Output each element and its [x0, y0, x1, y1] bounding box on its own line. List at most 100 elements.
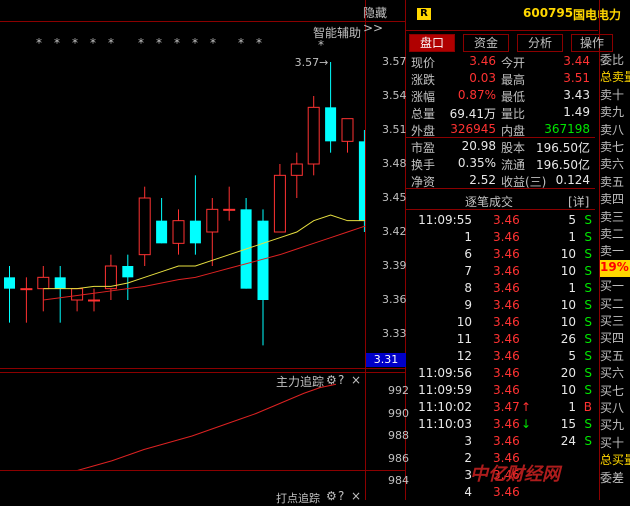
quote-row: 总量 69.41万 量比 1.49: [409, 104, 594, 121]
trade-price: 3.46: [493, 417, 520, 431]
kline-chart-area[interactable]: 隐藏>> 智能辅助 * * * * * * * * * * * * * 3.57→ 3.57 3.54 3.…: [0, 0, 409, 505]
settings-icon[interactable]: ⚙: [326, 489, 337, 503]
order-book-label: 买一: [600, 279, 625, 294]
order-book-label: 买五: [600, 348, 625, 363]
candlestick-plot: 3.57→: [4, 56, 365, 346]
order-book-label: 买二: [600, 296, 625, 311]
tab-pankou[interactable]: 盘口: [409, 34, 455, 52]
trade-row: 9 3.46 10 S: [409, 298, 594, 315]
trade-side: S: [584, 366, 592, 380]
high-price-annotation: 3.57→: [295, 56, 329, 69]
quote-value: 3.46: [469, 54, 496, 68]
trade-time: 4: [464, 485, 472, 499]
trade-volume: 1: [568, 400, 576, 414]
trade-price: 3.46: [493, 230, 520, 244]
trade-side: S: [584, 417, 592, 431]
stock-badge: R: [417, 8, 431, 20]
trade-side: S: [584, 247, 592, 261]
quote-value: 196.50亿: [536, 158, 590, 172]
trade-time: 3: [464, 434, 472, 448]
quote-value: 0.124: [555, 173, 590, 187]
trade-price: 3.46: [493, 434, 520, 448]
trade-time: 9: [464, 298, 472, 312]
candle-body: [156, 220, 168, 244]
trade-time: 11: [456, 332, 472, 346]
quote-value: 20.98: [461, 139, 496, 153]
trade-side: S: [584, 383, 592, 397]
trade-time: 12: [456, 349, 472, 363]
main-force-plot: [77, 383, 337, 470]
quote-label: 现价: [411, 56, 436, 70]
current-price-tag: 3.31: [366, 353, 406, 367]
quote-value: 0.03: [469, 71, 496, 85]
order-book-label: 卖九: [600, 105, 625, 120]
moving-average-line: [43, 225, 365, 301]
quote-row: 市盈 20.98 股本 196.50亿: [409, 138, 594, 155]
trade-row: 7 3.46 10 S: [409, 264, 594, 281]
trade-time: 8: [464, 281, 472, 295]
trade-row: 3 3.46 24 S: [409, 434, 594, 451]
quote-value: 3.51: [563, 71, 590, 85]
trade-row: 6 3.46 10 S: [409, 247, 594, 264]
help-icon[interactable]: ?: [338, 489, 344, 503]
candle-body: [138, 197, 151, 256]
trade-row: 11:10:03 3.46 ↓ 15 S: [409, 417, 594, 434]
trade-price: 3.46: [493, 315, 520, 329]
trade-side: S: [584, 298, 592, 312]
candle-body: [88, 299, 100, 302]
trade-volume: 10: [560, 264, 576, 278]
trade-price: 3.46: [493, 332, 520, 346]
trade-side: S: [584, 213, 592, 227]
trade-volume: 10: [560, 383, 576, 397]
tab-funds[interactable]: 资金: [463, 34, 509, 52]
quote-label: 最高: [501, 73, 526, 87]
trade-row: 11 3.46 26 S: [409, 332, 594, 349]
quote-value: 367198: [544, 122, 590, 136]
stock-code: 600795: [523, 6, 574, 20]
quote-label: 今开: [501, 56, 526, 70]
trade-row: 12 3.46 5 S: [409, 349, 594, 366]
trade-price: 3.46: [493, 281, 520, 295]
order-book-label: 买十: [600, 435, 625, 450]
quote-label: 流通: [501, 158, 526, 172]
order-book-label: 买四: [600, 331, 625, 346]
trade-volume: 5: [568, 349, 576, 363]
candle-body: [290, 163, 303, 176]
tab-analysis[interactable]: 分析: [517, 34, 563, 52]
candle-body: [71, 288, 84, 301]
quote-row: 涨跌 0.03 最高 3.51: [409, 70, 594, 87]
order-book-label: 买六: [600, 366, 625, 381]
trade-volume: 5: [568, 213, 576, 227]
trade-side: S: [584, 315, 592, 329]
quote-label: 最低: [501, 90, 526, 104]
trade-direction-icon: ↑: [521, 400, 532, 414]
quote-value: 0.35%: [457, 156, 496, 170]
trade-volume: 10: [560, 247, 576, 261]
order-book-label: 19%: [600, 259, 630, 277]
order-book-label: 卖六: [600, 157, 625, 172]
bottom-chart-title: 打点追踪: [276, 492, 320, 505]
candle-body: [223, 208, 236, 211]
order-book-label: 买七: [600, 383, 625, 398]
trade-time: 11:09:55: [418, 213, 472, 227]
candle-body: [206, 208, 219, 233]
order-book-label: 总卖量: [600, 70, 630, 85]
close-icon[interactable]: ×: [351, 489, 361, 503]
trade-price: 3.46: [493, 247, 520, 261]
quote-label: 换手: [411, 158, 436, 172]
quote-value: 0.87%: [457, 88, 496, 102]
tab-operation[interactable]: 操作: [571, 34, 613, 52]
trade-time: 10: [456, 315, 472, 329]
trades-detail-link[interactable]: [详]: [568, 193, 589, 210]
order-book-label: 卖十: [600, 87, 625, 102]
stock-name: 国电电力: [573, 8, 622, 22]
quote-label: 股本: [501, 141, 526, 155]
trade-volume: 15: [560, 417, 576, 431]
candle-body: [122, 266, 134, 278]
trade-side: S: [584, 349, 592, 363]
trade-row: 10 3.46 10 S: [409, 315, 594, 332]
trade-price: 3.47: [493, 400, 520, 414]
hide-button[interactable]: 隐藏>>: [363, 4, 405, 35]
trades-title: 逐笔成交: [465, 195, 514, 209]
trade-price: 3.46: [493, 366, 520, 380]
